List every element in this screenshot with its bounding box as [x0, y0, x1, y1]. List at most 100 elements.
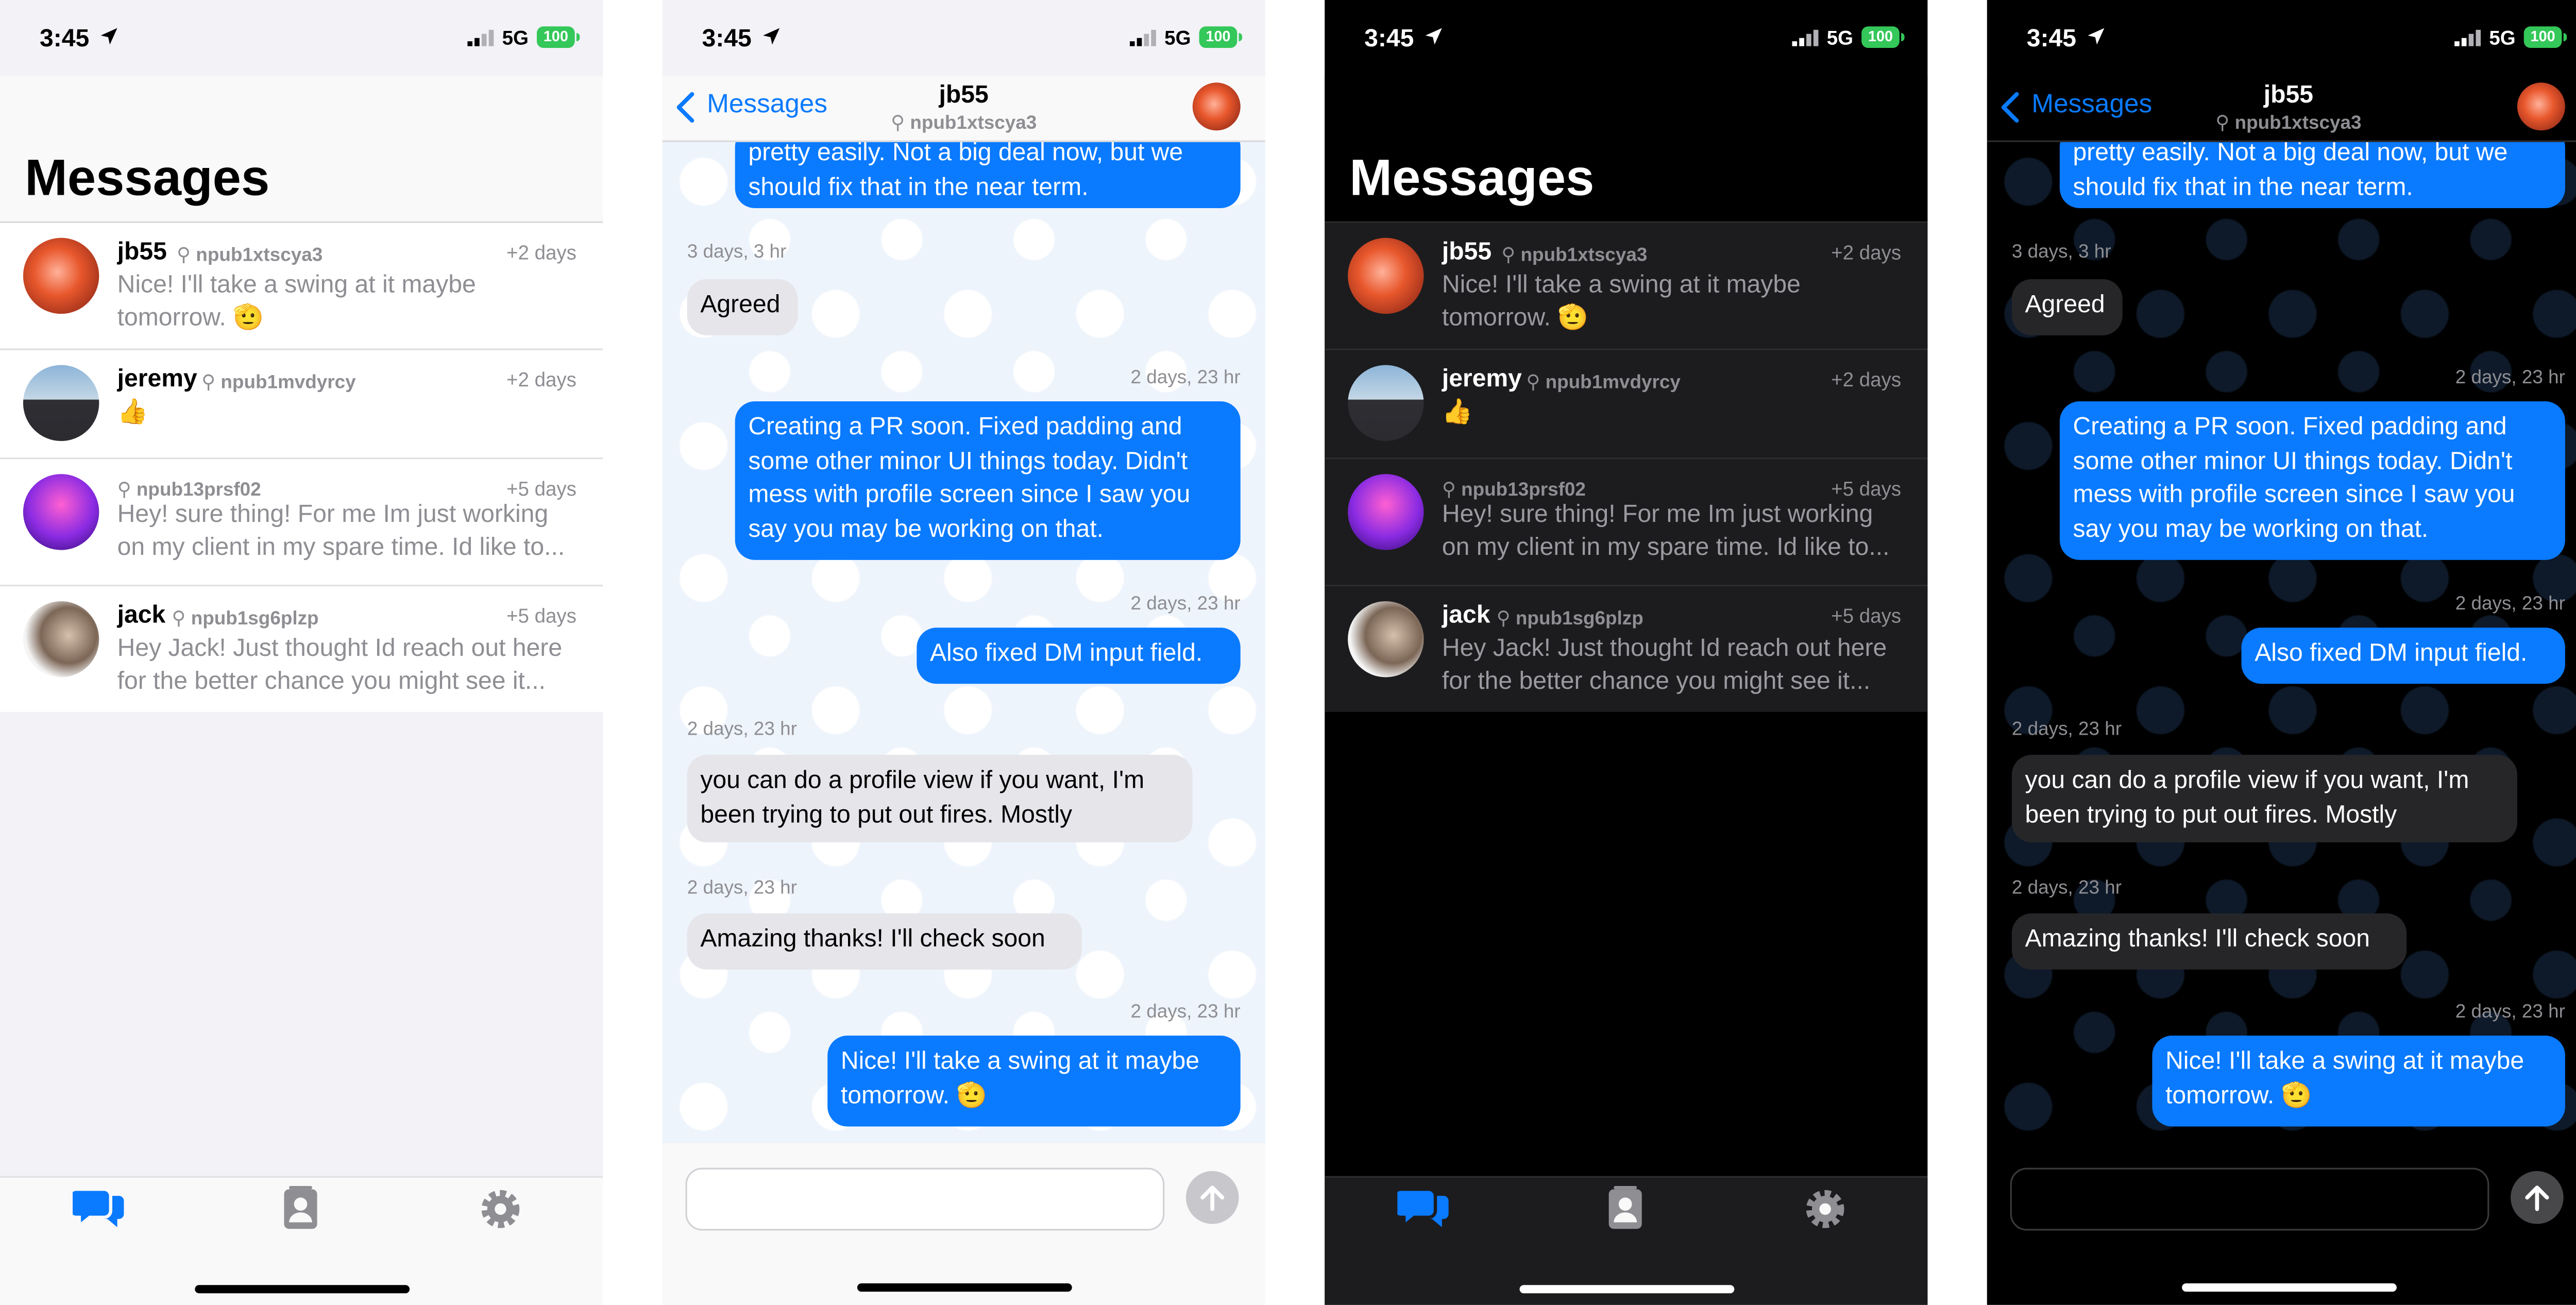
contact-key: ⚲ npub1xtscya3: [891, 114, 1037, 134]
last-message-time: +2 days: [506, 368, 577, 392]
location-arrow-icon: [1425, 28, 1442, 45]
home-indicator: [1518, 1285, 1734, 1294]
message-preview: Hey Jack! Just thought Id reach out here…: [117, 634, 563, 696]
chat-nav-bar: Messages jb55 ⚲ npub1xtscya3: [1987, 76, 2576, 142]
last-message-time: +5 days: [1831, 477, 1902, 501]
location-arrow-icon: [100, 28, 117, 45]
avatar[interactable]: [1348, 601, 1424, 677]
message-timestamp: 2 days, 23 hr: [1130, 1003, 1241, 1023]
contact-key-text: npub1xtscya3: [910, 114, 1037, 134]
outgoing-message-bubble[interactable]: Creating a PR soon. Fixed padding and so…: [735, 401, 1241, 560]
contact-name: jb55: [117, 238, 167, 266]
home-indicator: [856, 1283, 1072, 1292]
conversation-row[interactable]: jeremy ⚲ npub1mvdyrcy +2 days 👍: [0, 350, 603, 460]
avatar[interactable]: [1348, 474, 1424, 550]
status-time: 3:45: [702, 25, 752, 53]
list-header: Messages: [0, 76, 603, 223]
contact-key: ⚲ npub1sg6plzp: [172, 609, 319, 630]
contact-key: ⚲ npub1mvdyrcy: [1526, 373, 1681, 394]
incoming-message-bubble[interactable]: you can do a profile view if you want, I…: [2011, 755, 2517, 843]
contact-name: jb55: [1442, 238, 1492, 266]
contact-key-text: npub1sg6plzp: [1515, 609, 1643, 630]
message-input-bar: [662, 1143, 1265, 1305]
conversation-row[interactable]: jb55 ⚲ npub1xtscya3 +2 days Nice! I'll take…: [0, 223, 603, 350]
home-indicator: [2181, 1283, 2396, 1292]
conversation-row[interactable]: jeremy ⚲ npub1mvdyrcy +2 days 👍: [1325, 350, 1928, 460]
conversation-row[interactable]: ⚲ npub13prsf02 +5 days Hey! sure thing! Fo…: [1325, 459, 1928, 587]
outgoing-message-bubble[interactable]: Also fixed DM input field.: [917, 628, 1241, 684]
send-button[interactable]: [1185, 1171, 1239, 1224]
status-bar: 3:45 5G 100: [0, 0, 603, 76]
message-preview: 👍: [117, 398, 148, 427]
incoming-message-bubble[interactable]: you can do a profile view if you want, I…: [687, 755, 1193, 843]
last-message-time: +5 days: [506, 477, 577, 501]
last-message-time: +2 days: [506, 241, 577, 264]
settings-gear-icon[interactable]: [474, 1186, 527, 1232]
outgoing-message-bubble[interactable]: Creating a PR soon. Fixed padding and so…: [2059, 401, 2565, 560]
outgoing-message-bubble[interactable]: pretty easily. Not a big deal now, but w…: [735, 140, 1241, 208]
incoming-message-bubble[interactable]: Agreed: [687, 279, 798, 335]
messages-tab-icon[interactable]: [73, 1186, 126, 1232]
send-button[interactable]: [2511, 1171, 2564, 1224]
contact-key-text: npub1mvdyrcy: [1545, 373, 1681, 394]
status-time: 3:45: [1364, 25, 1414, 53]
contact-key-text: npub13prsf02: [136, 480, 261, 501]
chat-dark: pretty easily. Not a big deal now, but w…: [1987, 0, 2576, 1305]
avatar[interactable]: [23, 365, 99, 442]
contact-key: ⚲ npub1sg6plzp: [1496, 609, 1643, 630]
message-input-bar: [1987, 1143, 2576, 1305]
outgoing-message-bubble[interactable]: pretty easily. Not a big deal now, but w…: [2059, 140, 2565, 208]
battery-icon: 100: [536, 26, 580, 48]
last-message-time: +5 days: [1831, 604, 1902, 628]
battery-icon: 100: [2523, 26, 2567, 48]
network-label: 5G: [502, 26, 529, 50]
message-input[interactable]: [685, 1167, 1165, 1231]
message-timestamp: 3 days, 3 hr: [687, 243, 787, 263]
message-preview: 👍: [1442, 398, 1473, 427]
messages-tab-icon[interactable]: [1397, 1186, 1450, 1232]
avatar[interactable]: [1348, 238, 1424, 314]
status-bar: 3:45 5G 100: [1987, 0, 2576, 76]
chat-scroll-area[interactable]: pretty easily. Not a big deal now, but w…: [662, 140, 1265, 1143]
conversation-row[interactable]: jack ⚲ npub1sg6plzp +5 days Hey Jack! Just …: [0, 586, 603, 712]
contact-name: jeremy: [1442, 365, 1522, 394]
conversation-list: jb55 ⚲ npub1xtscya3 +2 days Nice! I'll take…: [1325, 223, 1928, 712]
tab-bar: [0, 1176, 603, 1305]
avatar[interactable]: [23, 474, 99, 550]
outgoing-message-bubble[interactable]: Also fixed DM input field.: [2241, 628, 2565, 684]
outgoing-message-bubble[interactable]: Nice! I'll take a swing at it maybe tomo…: [827, 1036, 1241, 1127]
chat-scroll-area[interactable]: pretty easily. Not a big deal now, but w…: [1987, 140, 2576, 1143]
message-timestamp: 2 days, 23 hr: [687, 878, 797, 899]
network-label: 5G: [1164, 26, 1191, 50]
message-timestamp: 2 days, 23 hr: [687, 720, 797, 740]
conversation-row[interactable]: ⚲ npub13prsf02 +5 days Hey! sure thing! Fo…: [0, 459, 603, 587]
contact-key-text: npub1sg6plzp: [191, 609, 319, 630]
message-timestamp: 3 days, 3 hr: [2011, 243, 2111, 263]
avatar[interactable]: [1348, 365, 1424, 442]
contacts-tab-icon[interactable]: [274, 1185, 327, 1232]
contacts-tab-icon[interactable]: [1599, 1185, 1652, 1232]
outgoing-message-bubble[interactable]: Nice! I'll take a swing at it maybe tomo…: [2152, 1036, 2565, 1127]
contact-key-text: npub1xtscya3: [196, 246, 323, 266]
message-preview: Hey! sure thing! For me Im just working …: [117, 500, 565, 562]
conversation-row[interactable]: jack ⚲ npub1sg6plzp +5 days Hey Jack! Just …: [1325, 586, 1927, 712]
message-timestamp: 2 days, 23 hr: [2455, 1003, 2565, 1023]
signal-bars-icon: [2454, 29, 2481, 46]
status-bar: 3:45 5G 100: [663, 0, 1265, 76]
contact-avatar[interactable]: [1192, 82, 1241, 131]
avatar[interactable]: [23, 238, 99, 314]
settings-gear-icon[interactable]: [1799, 1186, 1852, 1232]
incoming-message-bubble[interactable]: Amazing thanks! I'll check soon: [2011, 913, 2407, 970]
arrow-up-icon: [1200, 1185, 1225, 1211]
status-bar: 3:45 5G 100: [1325, 0, 1927, 76]
message-timestamp: 2 days, 23 hr: [2011, 720, 2122, 740]
contact-avatar[interactable]: [2517, 82, 2565, 131]
contact-name: jb55: [2263, 81, 2314, 109]
home-indicator: [194, 1285, 409, 1294]
avatar[interactable]: [23, 601, 99, 677]
incoming-message-bubble[interactable]: Agreed: [2011, 279, 2123, 335]
contact-key: ⚲ npub13prsf02: [1442, 480, 1586, 501]
incoming-message-bubble[interactable]: Amazing thanks! I'll check soon: [687, 913, 1082, 970]
conversation-row[interactable]: jb55 ⚲ npub1xtscya3 +2 days Nice! I'll take…: [1325, 223, 1928, 350]
message-input[interactable]: [2010, 1167, 2489, 1231]
